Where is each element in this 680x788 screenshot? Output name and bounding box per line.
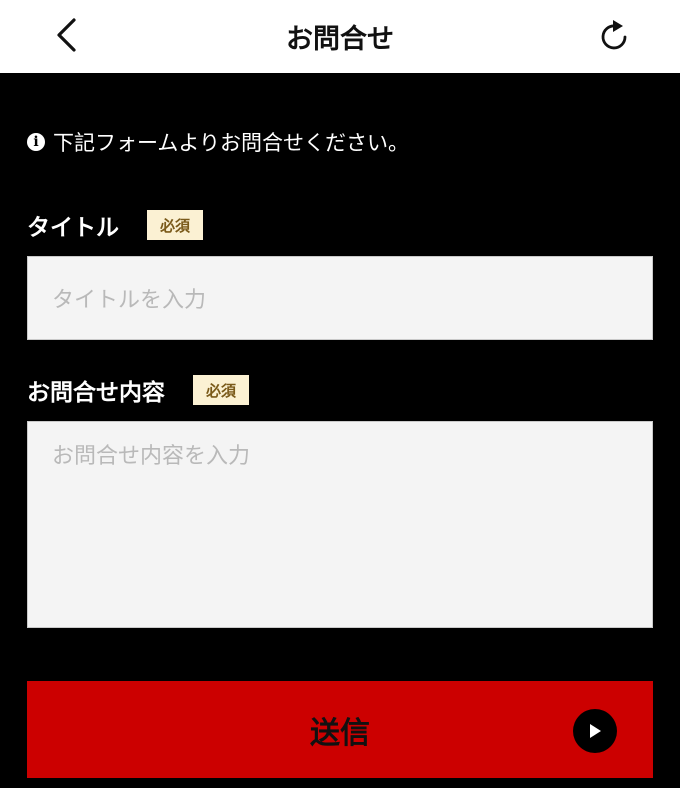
content-label-text: お問合せ内容 (27, 380, 165, 406)
submit-label: 送信 (310, 715, 370, 751)
notice-text: 下記フォームよりお問合せください。 (53, 131, 409, 155)
title-label-text: タイトル (27, 215, 119, 241)
info-icon: i (27, 133, 45, 151)
reload-button[interactable] (592, 12, 638, 58)
page-title: お問合せ (286, 24, 394, 55)
content-textarea[interactable]: お問合せ内容を入力 (27, 421, 653, 628)
reload-icon (601, 20, 627, 50)
content-input-placeholder: お問合せ内容を入力 (52, 444, 251, 469)
required-badge: 必須 (147, 210, 204, 240)
submit-button[interactable]: 送信 (27, 681, 653, 778)
form-notice: i 下記フォームよりお問合せください。 (27, 126, 409, 158)
play-circle-icon (573, 709, 617, 753)
chevron-left-icon (57, 18, 76, 52)
back-button[interactable] (46, 12, 86, 58)
app-header: お問合せ (0, 0, 680, 73)
title-field-label: タイトル 必須 (27, 209, 204, 241)
required-badge: 必須 (193, 375, 250, 405)
title-input[interactable]: タイトルを入力 (27, 256, 653, 340)
title-input-placeholder: タイトルを入力 (52, 288, 207, 313)
content-field-label: お問合せ内容 必須 (27, 374, 250, 406)
